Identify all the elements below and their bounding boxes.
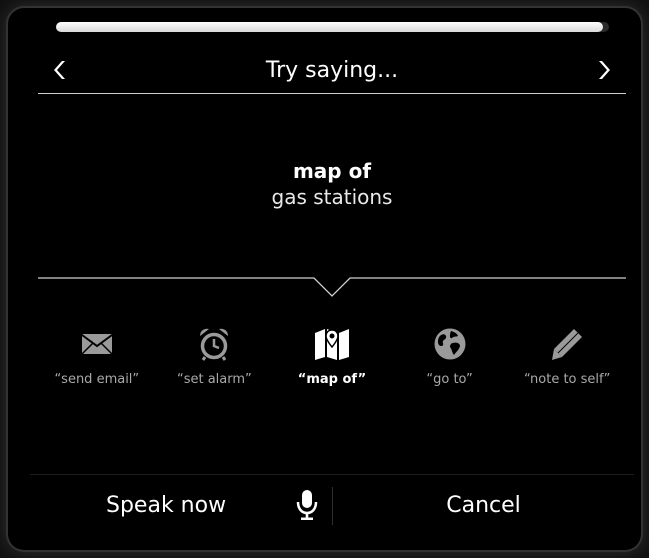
cancel-label: Cancel [446, 493, 521, 518]
speak-now-button[interactable]: Speak now [30, 475, 330, 533]
alarm-clock-icon [198, 326, 230, 362]
header-divider [38, 93, 626, 94]
command-label: “send email” [54, 372, 140, 387]
command-label: “note to self” [524, 372, 611, 387]
progress-bar [56, 22, 609, 32]
command-label: “set alarm” [176, 372, 252, 387]
pencil-icon [550, 326, 584, 362]
footer: Speak now Cancel [30, 474, 634, 533]
command-go-to[interactable]: “go to” [391, 326, 509, 396]
example-command: map of [292, 159, 372, 183]
voice-search-dialog: Try saying... map of gas stations “send … [8, 8, 641, 550]
header: Try saying... [38, 48, 626, 92]
command-send-email[interactable]: “send email” [38, 326, 156, 396]
globe-icon [433, 326, 467, 362]
header-title: Try saying... [265, 58, 399, 83]
command-label: “go to” [426, 372, 473, 387]
selection-pointer-divider [38, 277, 626, 297]
command-set-alarm[interactable]: “set alarm” [156, 326, 274, 396]
example-argument: gas stations [271, 185, 393, 209]
command-list: “send email” “set alarm” “map of” “go to… [38, 326, 626, 396]
microphone-icon [296, 489, 318, 525]
command-label: “map of” [297, 372, 367, 387]
cancel-button[interactable]: Cancel [333, 475, 634, 533]
progress-fill [56, 22, 604, 32]
command-map-of[interactable]: “map of” [273, 326, 391, 396]
example-phrase: map of gas stations [38, 158, 626, 210]
chevron-right-icon[interactable] [588, 54, 618, 86]
envelope-icon [81, 326, 113, 362]
map-icon [314, 326, 350, 362]
command-note-to-self[interactable]: “note to self” [508, 326, 626, 396]
speak-now-label: Speak now [106, 493, 227, 518]
